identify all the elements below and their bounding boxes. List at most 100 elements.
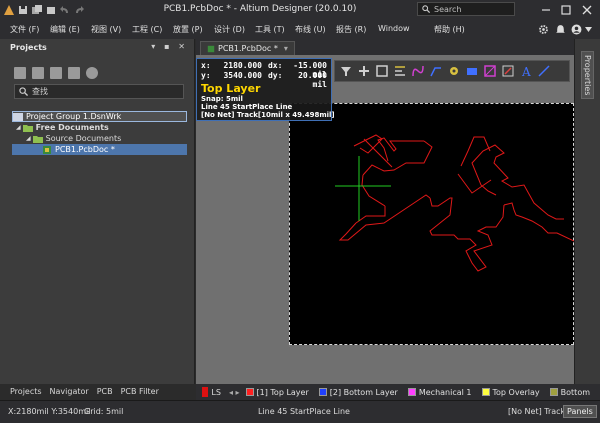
hud-action: Line 45 StartPlace Line [201, 103, 293, 111]
panel-controls[interactable]: ▾ ▪ ✕ [151, 42, 188, 51]
layer-tab-bottom[interactable]: [2] Bottom Layer [318, 387, 398, 397]
tab-navigator[interactable]: Navigator [50, 387, 89, 396]
menu-place[interactable]: 放置 (P) [173, 24, 203, 35]
panel-search-text: 查找 [32, 87, 48, 96]
trace [362, 164, 385, 176]
projects-panel: Projects ▾ ▪ ✕ 查找 Project Group 1.DsnWrk… [0, 39, 195, 396]
filter-icon[interactable] [339, 64, 353, 78]
hud-snap: Snap: 5mil [201, 95, 243, 103]
hud-net: [No Net] Track[10mil x 49.498mil] [201, 111, 335, 119]
align-icon[interactable] [393, 64, 407, 78]
crosshair-cursor [335, 156, 391, 221]
layer-tab-label: Mechanical 1 [418, 387, 472, 397]
via-icon[interactable] [447, 64, 461, 78]
layer-tab-label: [2] Bottom Layer [329, 387, 398, 397]
svg-text:A: A [521, 65, 531, 78]
top-layer-traces [338, 134, 574, 272]
panel-title: Projects [10, 42, 47, 52]
layer-set-button[interactable]: LS [211, 388, 221, 397]
search-placeholder: Search [434, 4, 462, 14]
hud-dx-value: -15.000 mil [293, 61, 327, 79]
status-message: Line 45 StartPlace Line [258, 407, 350, 416]
fill-icon[interactable] [465, 64, 479, 78]
pcb-file-icon [43, 145, 51, 154]
expand-icon[interactable]: ◢ [26, 135, 31, 142]
menu-window[interactable]: Window [378, 24, 410, 33]
save-icon[interactable] [14, 67, 26, 79]
tree-item-label: Project Group 1.DsnWrk [26, 112, 122, 121]
close-icon[interactable] [580, 3, 594, 17]
settings-icon[interactable] [86, 67, 98, 79]
hud-x-row: x: 2180.000 dx: -15.000 mil [201, 61, 327, 79]
minimize-icon[interactable] [539, 3, 553, 17]
trace [457, 173, 492, 194]
tab-pcb-filter[interactable]: PCB Filter [121, 387, 159, 396]
select-rect-icon[interactable] [375, 64, 389, 78]
heads-up-display: x: 2180.000 dx: -15.000 mil y: 3540.000 … [196, 58, 335, 121]
dimension-icon[interactable] [501, 64, 515, 78]
route-icon[interactable] [411, 64, 425, 78]
layer-tabs-bar: LS ◂ ▸ [1] Top Layer [2] Bottom Layer Me… [196, 384, 600, 400]
title-bar: PCB1.PcbDoc * - Altium Designer (20.0.10… [0, 0, 600, 20]
menu-reports[interactable]: 报告 (R) [336, 24, 366, 35]
gear-icon[interactable] [538, 24, 549, 35]
document-tab[interactable]: PCB1.PcbDoc * ▾ [200, 41, 295, 55]
panels-button[interactable]: Panels [563, 405, 597, 418]
search-input[interactable]: Search [417, 2, 515, 16]
current-layer-swatch[interactable] [202, 387, 209, 397]
text-icon[interactable]: A [519, 64, 533, 78]
notifications-icon[interactable] [555, 24, 566, 35]
active-bar: A [334, 60, 570, 82]
layer-tab-top[interactable]: [1] Top Layer [245, 388, 309, 397]
trace [338, 194, 431, 241]
interactive-routing-icon[interactable] [429, 64, 443, 78]
panel-toolbar [14, 67, 98, 79]
trace [429, 197, 505, 272]
tree-item-free-documents[interactable]: ◢ Free Documents [12, 122, 187, 133]
panel-search-input[interactable]: 查找 [14, 84, 184, 99]
search-icon [422, 5, 430, 13]
maximize-icon[interactable] [559, 3, 573, 17]
add-icon[interactable] [357, 64, 371, 78]
panel-header: Projects ▾ ▪ ✕ [0, 39, 194, 55]
polygon-icon[interactable] [483, 64, 497, 78]
menu-bar: 文件 (F) 编辑 (E) 视图 (V) 工程 (C) 放置 (P) 设计 (D… [0, 20, 600, 39]
tree-item-pcb-document[interactable]: PCB1.PcbDoc * [12, 144, 187, 155]
layer-tab-bottom-overlay[interactable]: Bottom [549, 388, 590, 397]
layer-tab-mechanical[interactable]: Mechanical 1 [407, 387, 472, 397]
line-icon[interactable] [537, 64, 551, 78]
tree-item-source-documents[interactable]: ◢ Source Documents [12, 133, 187, 144]
folder-icon[interactable] [50, 67, 62, 79]
pcb-canvas[interactable]: A x: 2180.000 dx: -15.000 mil y: 3540.00… [196, 55, 574, 384]
right-panel-strip: Properties [574, 39, 600, 384]
layer-tab-label: Top Overlay [492, 387, 540, 397]
menu-project[interactable]: 工程 (C) [132, 24, 162, 35]
trace [353, 134, 383, 154]
trace [471, 144, 564, 220]
properties-tab[interactable]: Properties [581, 51, 594, 100]
chevron-down-icon[interactable] [585, 27, 592, 32]
project-tree: Project Group 1.DsnWrk ◢ Free Documents … [12, 111, 187, 155]
menu-tools[interactable]: 工具 (T) [255, 24, 285, 35]
layer-scroll-icon[interactable]: ◂ ▸ [229, 388, 240, 397]
tab-pcb[interactable]: PCB [97, 387, 113, 396]
menu-edit[interactable]: 编辑 (E) [50, 24, 80, 35]
menu-route[interactable]: 布线 (U) [295, 24, 326, 35]
tree-item-project-group[interactable]: Project Group 1.DsnWrk [12, 111, 187, 122]
trace [361, 174, 386, 207]
menu-view[interactable]: 视图 (V) [91, 24, 121, 35]
tab-projects[interactable]: Projects [10, 387, 42, 396]
menu-file[interactable]: 文件 (F) [10, 24, 39, 35]
menu-help[interactable]: 帮助 (H) [434, 24, 465, 35]
copy-icon[interactable] [32, 67, 44, 79]
layer-color-swatch [318, 388, 327, 396]
layer-tab-top-overlay[interactable]: Top Overlay [481, 387, 540, 397]
user-avatar-icon[interactable] [571, 24, 582, 35]
hud-dy-label: dy: [267, 71, 283, 80]
pcb-file-icon [207, 45, 215, 52]
menu-design[interactable]: 设计 (D) [214, 24, 245, 35]
expand-icon[interactable]: ◢ [16, 124, 21, 131]
tab-menu-icon[interactable]: ▾ [284, 44, 288, 53]
tree-item-label: Source Documents [45, 134, 122, 143]
move-icon[interactable] [68, 67, 80, 79]
